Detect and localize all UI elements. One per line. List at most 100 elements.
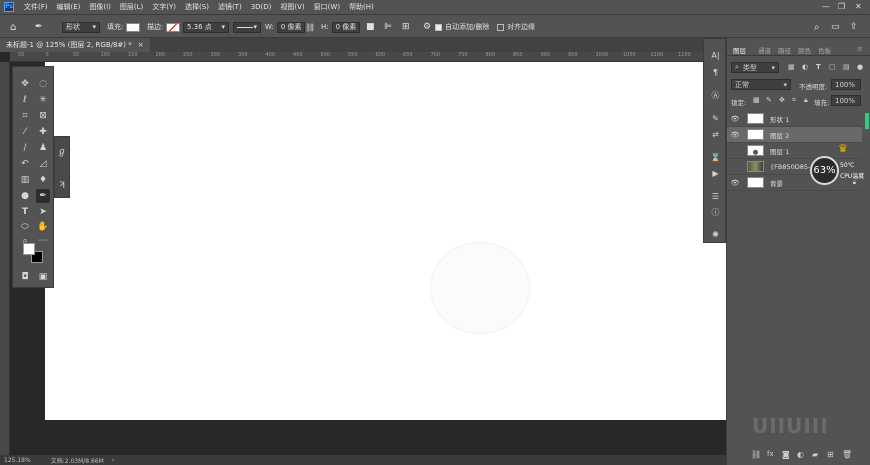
menu-view[interactable]: 视图(V) [280, 2, 304, 12]
scroll-indicator[interactable] [865, 113, 869, 129]
tab-color[interactable]: 颜色 [798, 45, 811, 55]
layer-name[interactable]: 形状 1 [770, 114, 789, 124]
eye-icon[interactable]: 👁︎ [727, 115, 743, 123]
history-panel-icon[interactable]: ⌛ [709, 151, 722, 164]
eye-icon[interactable]: 👁︎ [727, 131, 743, 139]
blend-mode-select[interactable]: 正常 ▾ [731, 79, 791, 90]
panel-menu-icon[interactable]: ≡ [857, 45, 862, 53]
stroke-type-select[interactable]: ▾ [233, 21, 261, 33]
auto-add-delete-checkbox[interactable] [435, 23, 442, 31]
chevron-right-icon[interactable]: › [112, 457, 114, 464]
magic-wand-tool-icon[interactable]: ✳ [36, 93, 50, 107]
history-brush-tool-icon[interactable]: ↶ [18, 157, 32, 171]
blur-tool-icon[interactable]: ♦ [36, 173, 50, 187]
info-panel-icon[interactable]: ⓘ [709, 206, 722, 219]
layer-row[interactable]: 👁︎ 图层 2 [727, 127, 862, 143]
new-group-icon[interactable]: ▰ [812, 450, 818, 459]
menu-3d[interactable]: 3D(D) [251, 3, 272, 11]
lock-position-icon[interactable]: ✥ [779, 96, 785, 104]
height-field[interactable]: 0 像素 [331, 21, 360, 33]
layer-row[interactable]: 👁︎ 形状 1 [727, 111, 862, 127]
eyedropper-tool-icon[interactable]: ⁄ [18, 125, 32, 139]
eye-icon[interactable]: 👁︎ [727, 179, 743, 187]
flyout-pen-icon[interactable]: ℊ [55, 145, 69, 159]
glyphs-panel-icon[interactable]: Ⓐ [709, 89, 722, 102]
path-operations-icon[interactable]: ■ [366, 21, 375, 33]
libraries-panel-icon[interactable]: ✺ [709, 228, 722, 241]
document-tab[interactable]: 未标题-1 @ 125% (图层 2, RGB/8#) * × [0, 38, 150, 52]
dodge-tool-icon[interactable]: ● [18, 189, 32, 203]
layer-filter-select[interactable]: ⌕ 类型 ▾ [731, 62, 779, 73]
pen-tool-preset-icon[interactable]: ✒ [35, 21, 43, 33]
layer-name[interactable]: 图层 2 [770, 130, 789, 140]
tool-mode-select[interactable]: 形状 ▾ [62, 21, 100, 33]
lock-transparent-icon[interactable]: ▩ [753, 96, 760, 104]
auto-add-delete-option[interactable]: 自动添加/删除 [435, 21, 489, 33]
align-edges-option[interactable]: 对齐边缘 [497, 21, 535, 33]
menu-filter[interactable]: 滤镜(T) [218, 2, 242, 12]
close-icon[interactable]: ✕ [855, 2, 862, 11]
paragraph-panel-icon[interactable]: ¶ [709, 66, 722, 79]
tab-paths[interactable]: 路径 [778, 45, 791, 55]
gradient-tool-icon[interactable]: ▥ [18, 173, 32, 187]
type-tool-icon[interactable]: T [18, 205, 32, 219]
ruler-left[interactable] [0, 62, 10, 455]
menu-select[interactable]: 选择(S) [185, 2, 209, 12]
delete-layer-icon[interactable]: 🗑︎ [842, 450, 852, 459]
path-arrangement-icon[interactable]: ⊞ [402, 21, 410, 33]
ruler-top[interactable]: 50 0 50 100 150 200 250 300 350 400 450 500 550 600 65… [10, 52, 703, 62]
link-layers-icon[interactable]: ⛓ [751, 450, 761, 459]
menu-help[interactable]: 帮助(H) [349, 2, 374, 12]
eraser-tool-icon[interactable]: ◿ [36, 157, 50, 171]
home-icon[interactable]: ⌂ [10, 21, 16, 33]
share-icon[interactable]: ⇪ [850, 21, 858, 33]
adjustments-icon[interactable]: ⇄ [709, 128, 722, 141]
more-tools-icon[interactable]: ⋯ [36, 234, 50, 248]
actions-panel-icon[interactable]: ▶ [709, 167, 722, 180]
filter-adjustment-icon[interactable]: ◐ [802, 63, 808, 71]
lock-artboard-icon[interactable]: ⌗ [792, 96, 796, 105]
filter-type-icon[interactable]: T [816, 63, 821, 71]
flyout-freeform-icon[interactable]: ʞ [55, 177, 69, 191]
crop-tool-icon[interactable]: ⌗ [18, 109, 32, 123]
path-selection-tool-icon[interactable]: ➤ [36, 205, 50, 219]
filter-toggle-icon[interactable]: ● [857, 63, 863, 71]
brush-settings-icon[interactable]: ✎ [709, 112, 722, 125]
lock-all-icon[interactable]: 🔒︎ [804, 96, 808, 105]
minimize-icon[interactable]: — [822, 2, 830, 11]
tab-swatches[interactable]: 色板 [818, 45, 831, 55]
clone-stamp-tool-icon[interactable]: ♟ [36, 141, 50, 155]
filter-smart-object-icon[interactable]: ▤ [843, 63, 850, 71]
frame-tool-icon[interactable]: ⊠ [36, 109, 50, 123]
gear-icon[interactable]: ⚙ [423, 21, 431, 33]
layer-mask-icon[interactable]: ◙ [782, 450, 790, 459]
path-alignment-icon[interactable]: ⊫ [384, 21, 392, 33]
zoom-level[interactable]: 125.18% [4, 457, 31, 464]
close-tab-icon[interactable]: × [138, 41, 144, 49]
lock-pixels-icon[interactable]: ✎ [766, 96, 772, 104]
hand-tool-icon[interactable]: ✋ [36, 220, 50, 234]
pen-tool-icon[interactable]: ✒ [36, 189, 50, 203]
layer-name[interactable]: 图层 1 [770, 146, 789, 156]
tab-layers[interactable]: 图层 [733, 45, 746, 55]
menu-layer[interactable]: 图层(L) [120, 2, 143, 12]
filter-shape-icon[interactable]: ▢ [829, 63, 836, 71]
new-layer-icon[interactable]: ⊞ [827, 450, 834, 459]
healing-brush-tool-icon[interactable]: ✚ [36, 125, 50, 139]
layer-name[interactable]: {FB850D85- [770, 163, 810, 171]
fill-swatch[interactable] [126, 22, 141, 32]
filter-pixel-icon[interactable]: ▦ [788, 63, 795, 71]
screen-mode-icon[interactable]: ▣ [36, 270, 50, 284]
layer-style-icon[interactable]: fx [767, 450, 774, 458]
adjustment-layer-icon[interactable]: ◐ [797, 450, 804, 459]
faint-ellipse-shape[interactable] [430, 242, 530, 334]
search-icon[interactable]: ⌕ [814, 21, 820, 33]
ellipse-marquee-tool-icon[interactable]: ◌ [36, 77, 50, 91]
stroke-swatch[interactable] [166, 22, 181, 32]
tab-channels[interactable]: 通道 [758, 45, 771, 55]
properties-panel-icon[interactable]: ☰ [709, 190, 722, 203]
foreground-color-swatch[interactable] [23, 243, 35, 255]
brush-tool-icon[interactable]: ∕ [18, 141, 32, 155]
quick-mask-icon[interactable]: ◘ [18, 270, 32, 284]
opacity-field[interactable]: 100% [831, 79, 861, 90]
